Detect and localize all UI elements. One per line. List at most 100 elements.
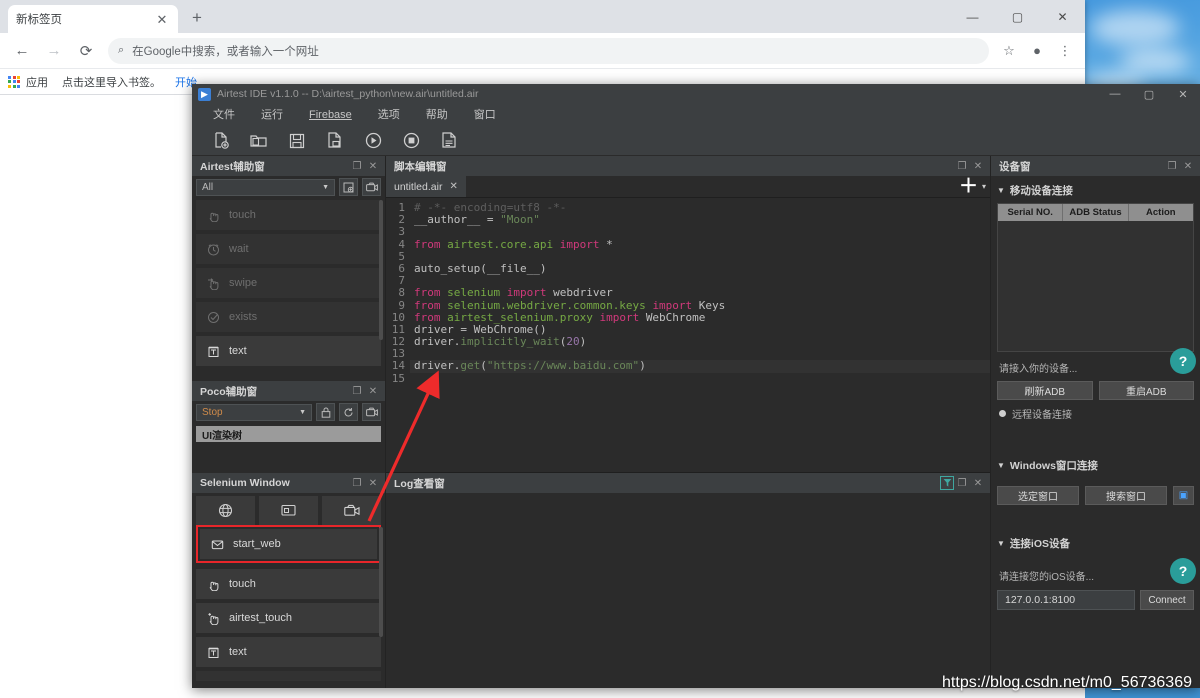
new-tab-button[interactable]: + xyxy=(184,5,210,31)
snapshot-icon[interactable] xyxy=(339,178,358,196)
windows-section-title[interactable]: ▼ Windows窗口连接 xyxy=(991,451,1200,478)
close-icon[interactable]: ✕ xyxy=(365,475,381,491)
code-line[interactable]: from airtest.core.api import * xyxy=(410,238,990,251)
lock-icon[interactable] xyxy=(316,403,335,421)
menu-firebase[interactable]: Firebase xyxy=(296,104,365,126)
menu-file[interactable]: 文件 xyxy=(200,104,248,126)
camera-icon[interactable] xyxy=(322,496,381,525)
code-content[interactable]: # -*- encoding=utf8 -*- __author__ = "Moo… xyxy=(410,201,990,472)
refresh-adb-button[interactable]: 刷新ADB xyxy=(997,381,1093,400)
screen-icon[interactable] xyxy=(259,496,318,525)
selenium-action-partial[interactable] xyxy=(196,671,381,681)
remote-device-row[interactable]: 远程设备连接 xyxy=(991,400,1200,421)
code-line[interactable]: __author__ = "Moon" xyxy=(410,214,990,226)
minimize-icon[interactable]: — xyxy=(1098,84,1132,104)
ios-section-title[interactable]: ▼ 连接iOS设备 xyxy=(991,529,1200,556)
restore-icon[interactable]: ❐ xyxy=(1164,158,1180,174)
address-bar[interactable]: ⌕ 在Google中搜索，或者输入一个网址 xyxy=(108,37,989,64)
code-token: WebChrome xyxy=(645,310,706,324)
forward-icon[interactable]: → xyxy=(40,37,68,65)
airtest-action-touch[interactable]: touch xyxy=(196,200,381,230)
chevron-down-icon[interactable]: ▾ xyxy=(982,182,986,191)
apps-grid-icon[interactable] xyxy=(8,75,20,88)
close-icon[interactable]: ✕ xyxy=(1040,0,1085,33)
help-icon[interactable]: ? xyxy=(1170,558,1196,584)
chevron-down-icon: ▼ xyxy=(322,183,329,191)
connect-button[interactable]: Connect xyxy=(1140,590,1194,610)
ios-address-input[interactable]: 127.0.0.1:8100 xyxy=(997,590,1135,610)
restore-icon[interactable]: ❐ xyxy=(954,475,970,491)
airtest-action-swipe[interactable]: swipe xyxy=(196,268,381,298)
menu-window[interactable]: 窗口 xyxy=(461,104,509,126)
stop-icon[interactable] xyxy=(392,128,430,154)
globe-icon[interactable] xyxy=(196,496,255,525)
report-icon[interactable] xyxy=(430,128,468,154)
browser-menu-icon[interactable]: ⋮ xyxy=(1052,38,1078,64)
refresh-icon[interactable] xyxy=(339,403,358,421)
maximize-icon[interactable]: ▢ xyxy=(995,0,1040,33)
menu-options[interactable]: 选项 xyxy=(365,104,413,126)
bookmark-star-icon[interactable]: ☆ xyxy=(996,38,1022,64)
restore-icon[interactable]: ❐ xyxy=(349,383,365,399)
minimize-icon[interactable]: — xyxy=(950,0,995,33)
code-editor[interactable]: 1 2 3 4 5 6 7 8 9 10 11 12 13 14 15 # -*- encoding=utf… xyxy=(386,198,990,472)
close-icon[interactable]: ✕ xyxy=(365,383,381,399)
poco-assist-panel: Poco辅助窗 ❐ ✕ Stop ▼ UI渲染树 xyxy=(192,381,385,473)
scrollbar[interactable] xyxy=(379,527,383,637)
restart-adb-button[interactable]: 重启ADB xyxy=(1098,381,1194,400)
close-icon[interactable]: ✕ xyxy=(970,475,986,491)
selenium-action-touch[interactable]: touch xyxy=(196,569,381,599)
airtest-action-exists[interactable]: exists xyxy=(196,302,381,332)
code-token: ) xyxy=(639,359,646,373)
airtest-filter-select[interactable]: All ▼ xyxy=(196,178,335,196)
ui-render-tree-row[interactable]: UI渲染树 xyxy=(196,426,381,442)
airtest-action-wait[interactable]: wait xyxy=(196,234,381,264)
editor-tab-untitled[interactable]: untitled.air ✕ xyxy=(386,176,466,197)
search-window-button[interactable]: 搜索窗口 xyxy=(1085,486,1167,505)
add-tab-button[interactable]: ＋ xyxy=(959,177,978,196)
close-icon[interactable]: ✕ xyxy=(970,158,986,174)
back-icon[interactable]: ← xyxy=(8,37,36,65)
camera-icon[interactable] xyxy=(362,178,381,196)
select-window-button[interactable]: 选定窗口 xyxy=(997,486,1079,505)
scrollbar[interactable] xyxy=(379,200,383,340)
close-icon[interactable]: ✕ xyxy=(365,158,381,174)
close-icon[interactable]: ✕ xyxy=(1166,84,1200,104)
apps-label[interactable]: 应用 xyxy=(26,74,48,90)
selenium-action-start-web[interactable]: start_web xyxy=(200,529,377,559)
window-extra-button[interactable]: ▣ xyxy=(1173,486,1194,505)
code-line[interactable]: auto_setup(__file__) xyxy=(410,262,990,275)
line-number: 9 xyxy=(398,298,405,312)
maximize-icon[interactable]: ▢ xyxy=(1132,84,1166,104)
browser-tab[interactable]: 新标签页 ✕ xyxy=(8,5,178,33)
close-icon[interactable]: ✕ xyxy=(449,181,457,192)
close-icon[interactable]: ✕ xyxy=(154,11,170,27)
code-line[interactable] xyxy=(410,373,990,385)
save-as-icon[interactable] xyxy=(316,128,354,154)
save-icon[interactable] xyxy=(278,128,316,154)
code-token: "Moon" xyxy=(500,213,540,227)
poco-mode-select[interactable]: Stop ▼ xyxy=(196,403,312,421)
avatar[interactable]: ● xyxy=(1024,38,1050,64)
menu-help[interactable]: 帮助 xyxy=(413,104,461,126)
restore-icon[interactable]: ❐ xyxy=(349,158,365,174)
restore-icon[interactable]: ❐ xyxy=(954,158,970,174)
code-line[interactable]: driver.get("https://www.baidu.com") xyxy=(410,359,990,373)
mobile-section-title[interactable]: ▼ 移动设备连接 xyxy=(991,176,1200,203)
code-line[interactable]: driver.implicitly_wait(20) xyxy=(410,335,990,348)
help-icon[interactable]: ? xyxy=(1170,348,1196,374)
airtest-touch-icon xyxy=(206,611,220,625)
log-filter-icon[interactable] xyxy=(940,476,954,490)
run-icon[interactable] xyxy=(354,128,392,154)
selenium-action-airtest-touch[interactable]: airtest_touch xyxy=(196,603,381,633)
close-icon[interactable]: ✕ xyxy=(1180,158,1196,174)
menu-run[interactable]: 运行 xyxy=(248,104,296,126)
new-script-icon[interactable] xyxy=(202,128,240,154)
reload-icon[interactable]: ⟳ xyxy=(72,37,100,65)
camera-icon[interactable] xyxy=(362,403,381,421)
open-folder-icon[interactable] xyxy=(240,128,278,154)
ios-address-value: 127.0.0.1:8100 xyxy=(1005,594,1076,606)
airtest-action-text[interactable]: text xyxy=(196,336,381,366)
selenium-action-text[interactable]: text xyxy=(196,637,381,667)
restore-icon[interactable]: ❐ xyxy=(349,475,365,491)
